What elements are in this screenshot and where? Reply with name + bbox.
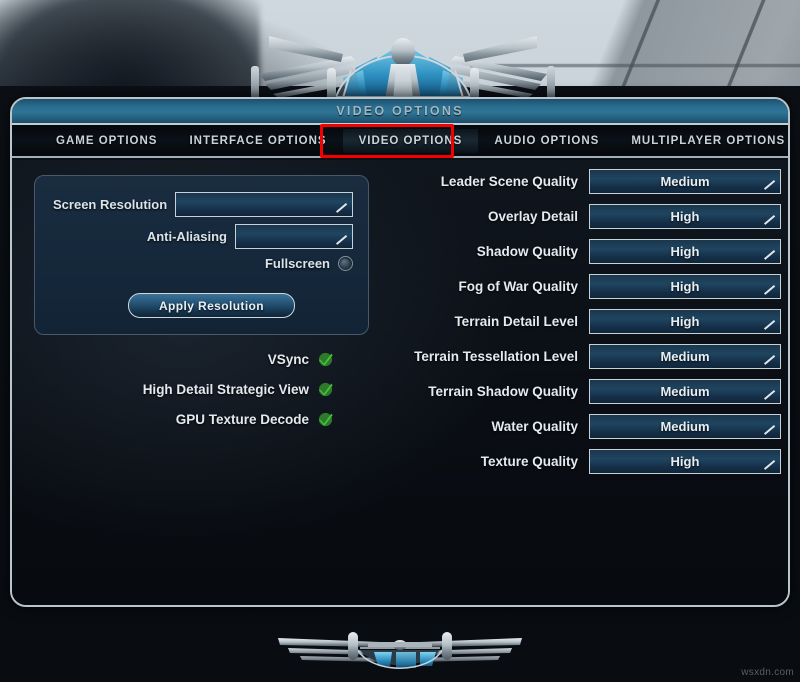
fog-of-war-quality-value: High	[670, 278, 700, 294]
page-title: VIDEO OPTIONS	[336, 104, 464, 118]
terrain-detail-level-label: Terrain Detail Level	[454, 313, 578, 329]
dropdown-arrow-icon	[764, 355, 777, 366]
water-quality-value: Medium	[660, 418, 710, 434]
gpu-texture-decode-row: GPU Texture Decode	[176, 412, 333, 427]
texture-quality-dropdown[interactable]: High	[589, 448, 781, 474]
overlay-detail-label: Overlay Detail	[487, 208, 578, 224]
overlay-detail-value: High	[670, 208, 700, 224]
setting-row-terrain-shadow-quality: Terrain Shadow Quality Medium	[392, 378, 781, 404]
gpu-texture-decode-label: GPU Texture Decode	[175, 412, 309, 427]
setting-row-fog-of-war-quality: Fog of War Quality High	[392, 273, 781, 299]
dialog-content: Screen Resolution Anti-Aliasing Fullscre…	[12, 160, 788, 605]
screen-resolution-row: Screen Resolution	[53, 192, 353, 217]
dialog-title-bar: VIDEO OPTIONS	[12, 99, 788, 125]
overlay-detail-dropdown[interactable]: High	[589, 203, 781, 229]
apply-resolution-button[interactable]: Apply Resolution	[128, 293, 295, 318]
radio-circle-icon[interactable]	[338, 256, 353, 271]
terrain-tessellation-level-dropdown[interactable]: Medium	[589, 343, 781, 369]
watermark: wsxdn.com	[741, 667, 794, 678]
leader-scene-quality-label: Leader Scene Quality	[440, 173, 578, 189]
terrain-shadow-quality-dropdown[interactable]: Medium	[589, 378, 781, 404]
dropdown-arrow-icon	[764, 460, 777, 471]
screen-resolution-panel: Screen Resolution Anti-Aliasing Fullscre…	[34, 175, 369, 335]
leader-scene-quality-dropdown[interactable]: Medium	[589, 168, 781, 194]
dropdown-arrow-icon	[764, 250, 777, 261]
leader-scene-quality-value: Medium	[660, 173, 710, 189]
texture-quality-value: High	[670, 453, 700, 469]
setting-row-terrain-tessellation-level: Terrain Tessellation Level Medium	[392, 343, 781, 369]
fullscreen-row: Fullscreen	[53, 256, 353, 271]
terrain-tessellation-level-label: Terrain Tessellation Level	[414, 348, 578, 364]
tab-video-options[interactable]: VIDEO OPTIONS	[342, 128, 479, 153]
fog-of-war-quality-label: Fog of War Quality	[458, 278, 579, 294]
vsync-row: VSync	[268, 352, 333, 367]
terrain-detail-level-value: High	[670, 313, 700, 329]
shadow-quality-dropdown[interactable]: High	[589, 238, 781, 264]
tab-interface-options[interactable]: INTERFACE OPTIONS	[173, 129, 342, 153]
terrain-shadow-quality-label: Terrain Shadow Quality	[428, 383, 578, 399]
water-quality-label: Water Quality	[491, 418, 578, 434]
setting-row-water-quality: Water Quality Medium	[392, 413, 781, 439]
video-options-dialog: VIDEO OPTIONS GAME OPTIONS INTERFACE OPT…	[10, 97, 790, 607]
shadow-quality-label: Shadow Quality	[476, 243, 578, 259]
tab-audio-options[interactable]: AUDIO OPTIONS	[478, 129, 615, 153]
dropdown-arrow-icon	[764, 285, 777, 296]
anti-aliasing-label: Anti-Aliasing	[146, 229, 227, 244]
vsync-label: VSync	[267, 352, 309, 367]
dropdown-arrow-icon	[764, 390, 777, 401]
dropdown-arrow-icon	[336, 203, 349, 214]
green-check-icon[interactable]	[318, 352, 333, 367]
shadow-quality-value: High	[670, 243, 700, 259]
terrain-tessellation-level-value: Medium	[660, 348, 710, 364]
setting-row-texture-quality: Texture Quality High	[392, 448, 781, 474]
screen-resolution-label: Screen Resolution	[53, 197, 168, 212]
setting-row-leader-scene-quality: Leader Scene Quality Medium	[392, 168, 781, 194]
anti-aliasing-dropdown[interactable]	[235, 224, 353, 249]
texture-quality-label: Texture Quality	[480, 453, 578, 469]
high-detail-strategic-view-label: High Detail Strategic View	[142, 382, 309, 397]
terrain-shadow-quality-value: Medium	[660, 383, 710, 399]
setting-row-shadow-quality: Shadow Quality High	[392, 238, 781, 264]
anti-aliasing-row: Anti-Aliasing	[53, 224, 353, 249]
video-settings-list: Leader Scene Quality Medium Overlay Deta…	[392, 168, 781, 483]
green-check-icon[interactable]	[318, 412, 333, 427]
tab-game-options[interactable]: GAME OPTIONS	[40, 129, 173, 153]
terrain-detail-level-dropdown[interactable]: High	[589, 308, 781, 334]
dropdown-arrow-icon	[764, 320, 777, 331]
dropdown-arrow-icon	[336, 235, 349, 246]
dropdown-arrow-icon	[764, 215, 777, 226]
setting-row-terrain-detail-level: Terrain Detail Level High	[392, 308, 781, 334]
screen-resolution-dropdown[interactable]	[175, 192, 353, 217]
water-quality-dropdown[interactable]: Medium	[589, 413, 781, 439]
dropdown-arrow-icon	[764, 425, 777, 436]
tab-strip: GAME OPTIONS INTERFACE OPTIONS VIDEO OPT…	[12, 125, 788, 158]
dropdown-arrow-icon	[764, 180, 777, 191]
fog-of-war-quality-dropdown[interactable]: High	[589, 273, 781, 299]
fullscreen-label: Fullscreen	[264, 256, 330, 271]
green-check-icon[interactable]	[318, 382, 333, 397]
tab-multiplayer-options[interactable]: MULTIPLAYER OPTIONS	[615, 129, 788, 153]
setting-row-overlay-detail: Overlay Detail High	[392, 203, 781, 229]
high-detail-strategic-view-row: High Detail Strategic View	[143, 382, 333, 397]
